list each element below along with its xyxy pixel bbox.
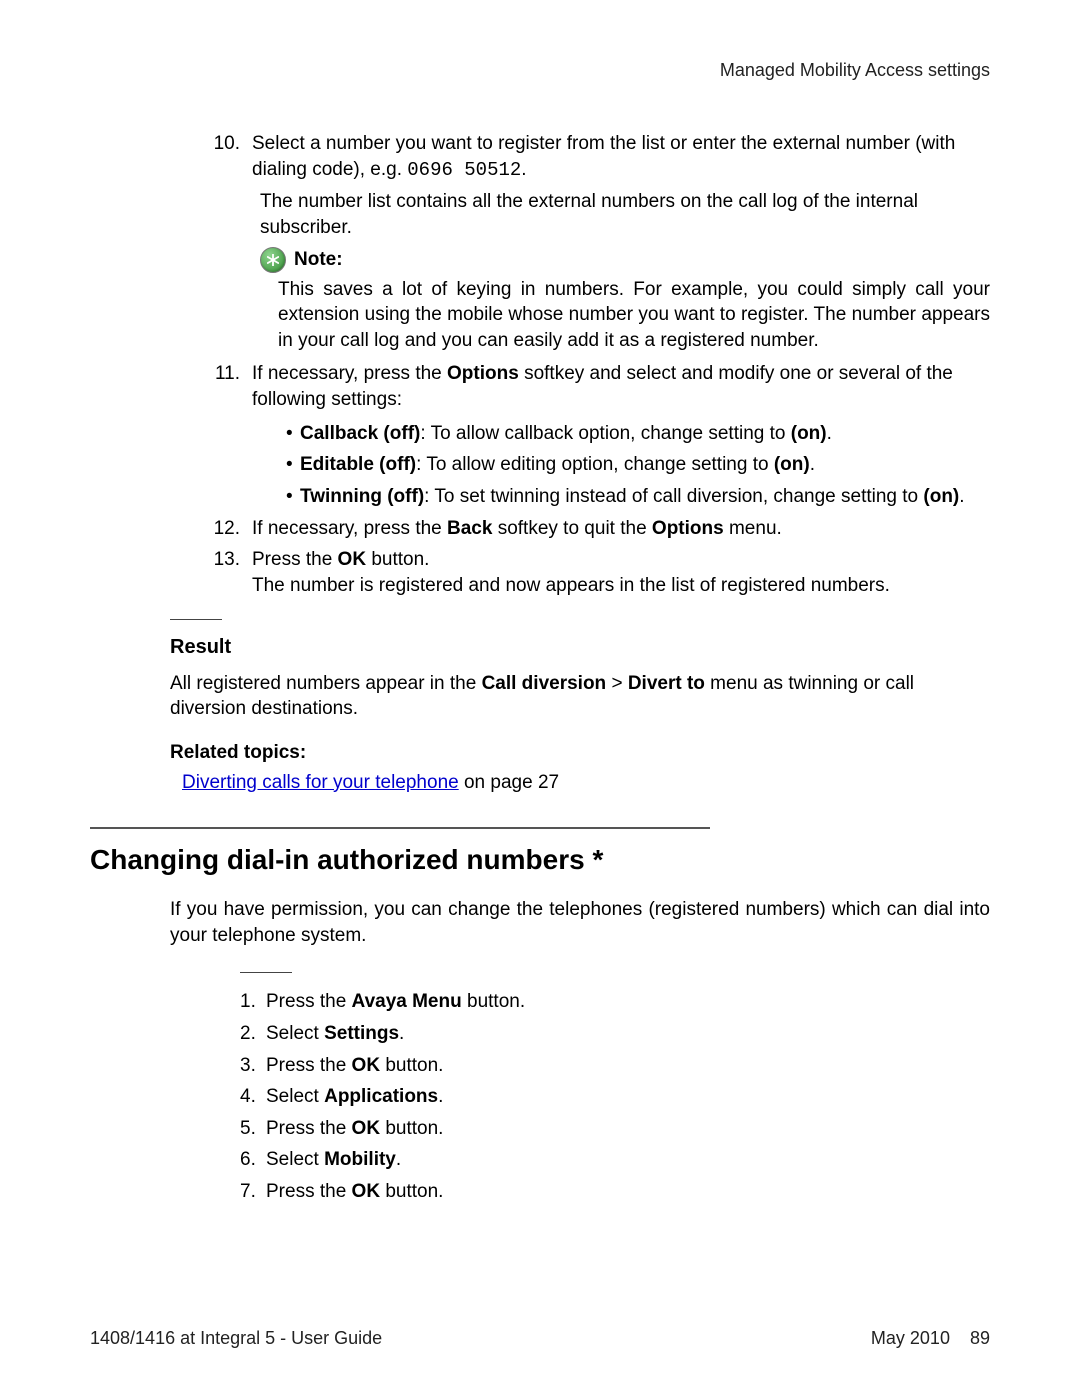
- footer-date: May 2010: [871, 1328, 950, 1349]
- page-footer: 1408/1416 at Integral 5 - User Guide May…: [90, 1328, 990, 1349]
- asterisk-icon: [260, 247, 286, 273]
- step-text: If necessary, press the Options softkey …: [252, 363, 953, 410]
- note-header: Note:: [260, 247, 990, 273]
- step-number: 13.: [210, 547, 240, 573]
- step-6: 6.Select Mobility.: [240, 1147, 990, 1173]
- step-number: 4.: [240, 1084, 256, 1110]
- step-number: 6.: [240, 1147, 256, 1173]
- note-text: This saves a lot of keying in numbers. F…: [278, 277, 990, 354]
- step-number: 7.: [240, 1179, 256, 1205]
- related-topics-heading: Related topics:: [170, 740, 990, 766]
- divider-short: [170, 619, 222, 620]
- footer-right: May 2010 89: [871, 1328, 990, 1349]
- step-number: 1.: [240, 989, 256, 1015]
- option-editable: Editable (off): To allow editing option,…: [286, 452, 990, 478]
- step-12: 12. If necessary, press the Back softkey…: [210, 516, 990, 542]
- step-number: 11.: [210, 361, 240, 387]
- step-number: 2.: [240, 1021, 256, 1047]
- step-text: Press the OK button.: [252, 549, 429, 570]
- note-label: Note:: [294, 247, 343, 273]
- step-paragraph: The number is registered and now appears…: [252, 573, 990, 599]
- footer-title: 1408/1416 at Integral 5 - User Guide: [90, 1328, 382, 1349]
- related-link[interactable]: Diverting calls for your telephone: [182, 772, 459, 793]
- procedure-list: 1.Press the Avaya Menu button. 2.Select …: [240, 989, 990, 1204]
- procedure-list-continued: 10. Select a number you want to register…: [210, 131, 990, 599]
- step-13: 13. Press the OK button. The number is r…: [210, 547, 990, 598]
- step-number: 10.: [210, 131, 240, 157]
- step-11: 11. If necessary, press the Options soft…: [210, 361, 990, 509]
- step-3: 3.Press the OK button.: [240, 1053, 990, 1079]
- step-text: If necessary, press the Back softkey to …: [252, 518, 782, 539]
- document-page: Managed Mobility Access settings 10. Sel…: [0, 0, 1080, 1397]
- step-5: 5.Press the OK button.: [240, 1116, 990, 1142]
- step-number: 3.: [240, 1053, 256, 1079]
- divider-short: [240, 972, 292, 973]
- step-2: 2.Select Settings.: [240, 1021, 990, 1047]
- step-10: 10. Select a number you want to register…: [210, 131, 990, 353]
- step-1: 1.Press the Avaya Menu button.: [240, 989, 990, 1015]
- option-twinning: Twinning (off): To set twinning instead …: [286, 484, 990, 510]
- step-text: Select a number you want to register fro…: [252, 133, 955, 180]
- option-list: Callback (off): To allow callback option…: [252, 421, 990, 510]
- step-4: 4.Select Applications.: [240, 1084, 990, 1110]
- step-number: 12.: [210, 516, 240, 542]
- section-intro: If you have permission, you can change t…: [170, 897, 990, 948]
- footer-page-number: 89: [970, 1328, 990, 1349]
- result-paragraph: All registered numbers appear in the Cal…: [170, 671, 990, 722]
- result-heading: Result: [170, 634, 990, 661]
- related-topic-line: Diverting calls for your telephone on pa…: [182, 770, 990, 796]
- section-heading: Changing dial-in authorized numbers *: [90, 841, 990, 879]
- main-content: 10. Select a number you want to register…: [90, 131, 990, 1205]
- step-7: 7.Press the OK button.: [240, 1179, 990, 1205]
- code-sample: 0696 50512: [407, 159, 521, 181]
- page-header-section: Managed Mobility Access settings: [90, 60, 990, 81]
- section-divider: [90, 827, 710, 829]
- option-callback: Callback (off): To allow callback option…: [286, 421, 990, 447]
- step-paragraph: The number list contains all the externa…: [260, 189, 990, 240]
- step-number: 5.: [240, 1116, 256, 1142]
